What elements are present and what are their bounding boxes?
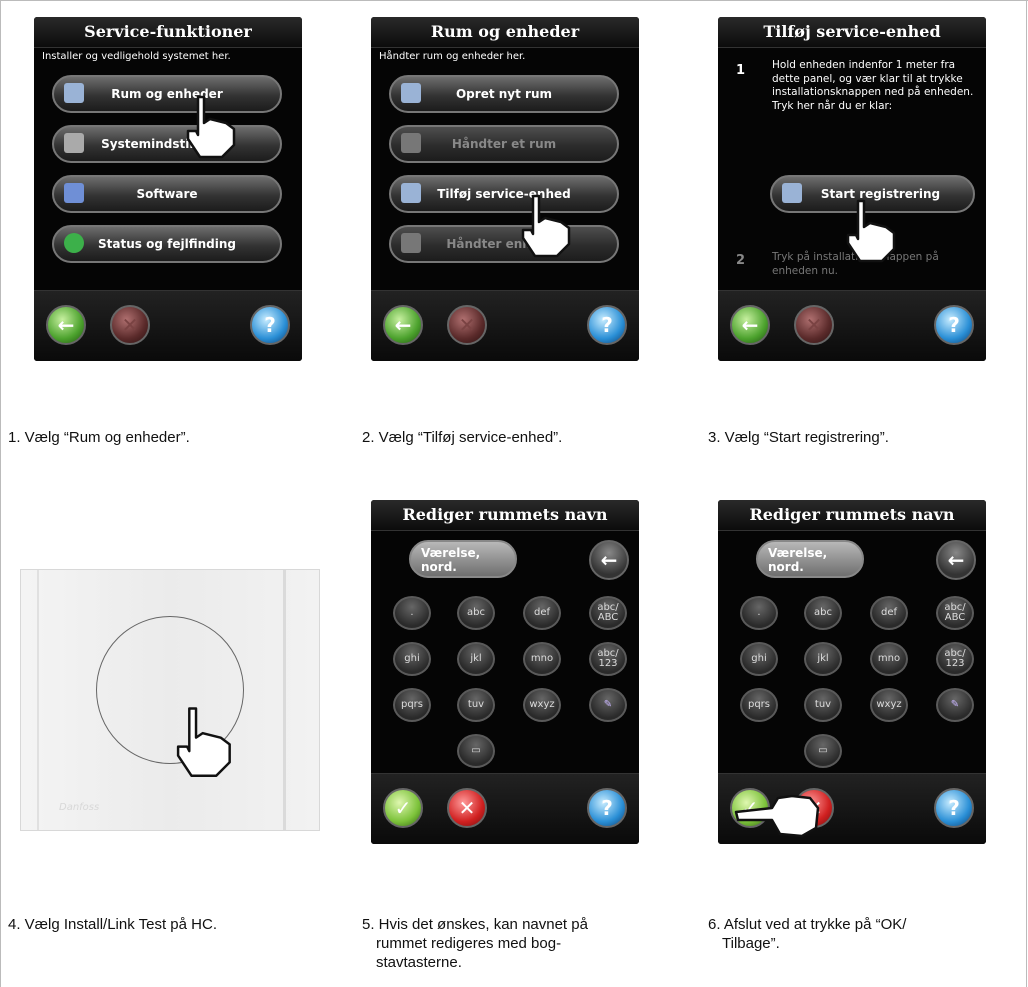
bottom-bar: ← ✕ ? <box>371 290 639 361</box>
step-3-caption: 3. Vælg “Start registrering”. <box>708 429 889 446</box>
database-icon <box>64 183 84 203</box>
space-icon[interactable]: ▭ <box>457 734 495 768</box>
room-icon <box>64 83 84 103</box>
step-2-caption: 2. Vælg “Tilføj service-enhed”. <box>362 429 563 446</box>
screen-rediger-rummets-navn: Rediger rummets navn Værelse, nord. ← . … <box>371 500 639 844</box>
key-numeric-toggle[interactable]: abc/123 <box>936 642 974 676</box>
key-def[interactable]: def <box>870 596 908 630</box>
checkmark-icon <box>64 233 84 253</box>
key-ghi[interactable]: ghi <box>393 642 431 676</box>
key-dot[interactable]: . <box>393 596 431 630</box>
bottom-bar: ← ✕ ? <box>718 290 986 361</box>
room-name-field[interactable]: Værelse, nord. <box>409 540 517 578</box>
danfoss-logo: Danfoss <box>59 802 100 813</box>
space-icon[interactable]: ▭ <box>804 734 842 768</box>
screen-service-funktioner: Service-funktioner Installer og vedligeh… <box>34 17 302 361</box>
close-icon[interactable]: ✕ <box>447 305 487 345</box>
arrow-left-icon[interactable]: ← <box>730 305 770 345</box>
key-mno[interactable]: mno <box>870 642 908 676</box>
key-abc[interactable]: abc <box>804 596 842 630</box>
wrench-icon <box>64 133 84 153</box>
pointing-hand-icon <box>846 199 896 263</box>
haandter-et-rum-button[interactable]: Håndter et rum <box>389 125 619 163</box>
help-icon[interactable]: ? <box>250 305 290 345</box>
keyboard-icon[interactable]: ✎ <box>936 688 974 722</box>
close-icon[interactable]: ✕ <box>794 305 834 345</box>
bottom-bar: ✓ ✕ ? <box>371 773 639 844</box>
key-jkl[interactable]: jkl <box>457 642 495 676</box>
checklist-icon <box>401 133 421 153</box>
arrow-left-icon[interactable]: ← <box>46 305 86 345</box>
help-icon[interactable]: ? <box>934 788 974 828</box>
screen-rediger-rummets-navn: Rediger rummets navn Værelse, nord. ← . … <box>718 500 986 844</box>
screen-tilfoej-service-enhed: Tilføj service-enhed 1 Hold enheden inde… <box>718 17 986 361</box>
help-icon[interactable]: ? <box>587 788 627 828</box>
room-add-icon <box>401 83 421 103</box>
key-pqrs[interactable]: pqrs <box>393 688 431 722</box>
keyboard-icon[interactable]: ✎ <box>589 688 627 722</box>
pointing-hand-icon <box>176 707 231 777</box>
haandter-enheder-button[interactable]: Håndter enheder <box>389 225 619 263</box>
screen-title: Tilføj service-enhed <box>718 17 986 48</box>
pointing-hand-icon <box>521 194 571 258</box>
key-abc[interactable]: abc <box>457 596 495 630</box>
screen-title: Rum og enheder <box>371 17 639 48</box>
device-add-icon <box>782 183 802 203</box>
key-dot[interactable]: . <box>740 596 778 630</box>
step-4-caption: 4. Vælg Install/Link Test på HC. <box>8 916 217 933</box>
thermostat-device: Danfoss <box>20 569 320 831</box>
bottom-bar: ← ✕ ? <box>34 290 302 361</box>
pointing-hand-icon <box>734 794 820 838</box>
key-case-toggle[interactable]: abc/ABC <box>589 596 627 630</box>
page-border-top <box>0 0 1028 1</box>
room-name-field[interactable]: Værelse, nord. <box>756 540 864 578</box>
status-og-fejlfinding-button[interactable]: Status og fejlfinding <box>52 225 282 263</box>
step-1-text: Hold enheden indenfor 1 meter fra dette … <box>772 59 974 112</box>
step-6-caption: 6. Afslut ved at trykke på “OK/ Tilbage”… <box>708 916 907 952</box>
screen-subtitle: Håndter rum og enheder her. <box>379 51 526 62</box>
key-tuv[interactable]: tuv <box>804 688 842 722</box>
screen-title: Service-funktioner <box>34 17 302 48</box>
close-icon[interactable]: ✕ <box>110 305 150 345</box>
help-icon[interactable]: ? <box>587 305 627 345</box>
key-jkl[interactable]: jkl <box>804 642 842 676</box>
systemindstillinger-button[interactable]: Systemindstillinger <box>52 125 282 163</box>
step-5-caption: 5. Hvis det ønskes, kan navnet på rummet… <box>362 916 588 971</box>
screen-title: Rediger rummets navn <box>718 500 986 531</box>
step-1-number: 1 <box>736 63 746 78</box>
key-def[interactable]: def <box>523 596 561 630</box>
close-icon[interactable]: ✕ <box>447 788 487 828</box>
thermostat-seam-right <box>283 570 286 830</box>
key-tuv[interactable]: tuv <box>457 688 495 722</box>
backspace-icon[interactable]: ← <box>936 540 976 580</box>
key-mno[interactable]: mno <box>523 642 561 676</box>
key-wxyz[interactable]: wxyz <box>870 688 908 722</box>
page-border-left <box>0 0 1 987</box>
step-1-caption: 1. Vælg “Rum og enheder”. <box>8 429 190 446</box>
key-case-toggle[interactable]: abc/ABC <box>936 596 974 630</box>
rum-og-enheder-button[interactable]: Rum og enheder <box>52 75 282 113</box>
screen-subtitle: Installer og vedligehold systemet her. <box>42 51 231 62</box>
page-border-right <box>1026 0 1027 987</box>
device-icon <box>401 233 421 253</box>
tilfoej-service-enhed-button[interactable]: Tilføj service-enhed <box>389 175 619 213</box>
key-ghi[interactable]: ghi <box>740 642 778 676</box>
device-add-icon <box>401 183 421 203</box>
backspace-icon[interactable]: ← <box>589 540 629 580</box>
step-2-number: 2 <box>736 253 746 268</box>
pointing-hand-icon <box>186 95 236 159</box>
arrow-left-icon[interactable]: ← <box>383 305 423 345</box>
key-wxyz[interactable]: wxyz <box>523 688 561 722</box>
screen-rum-og-enheder: Rum og enheder Håndter rum og enheder he… <box>371 17 639 361</box>
opret-nyt-rum-button[interactable]: Opret nyt rum <box>389 75 619 113</box>
screen-title: Rediger rummets navn <box>371 500 639 531</box>
software-button[interactable]: Software <box>52 175 282 213</box>
key-pqrs[interactable]: pqrs <box>740 688 778 722</box>
thermostat-seam-left <box>37 570 39 830</box>
checkmark-icon[interactable]: ✓ <box>383 788 423 828</box>
key-numeric-toggle[interactable]: abc/123 <box>589 642 627 676</box>
help-icon[interactable]: ? <box>934 305 974 345</box>
